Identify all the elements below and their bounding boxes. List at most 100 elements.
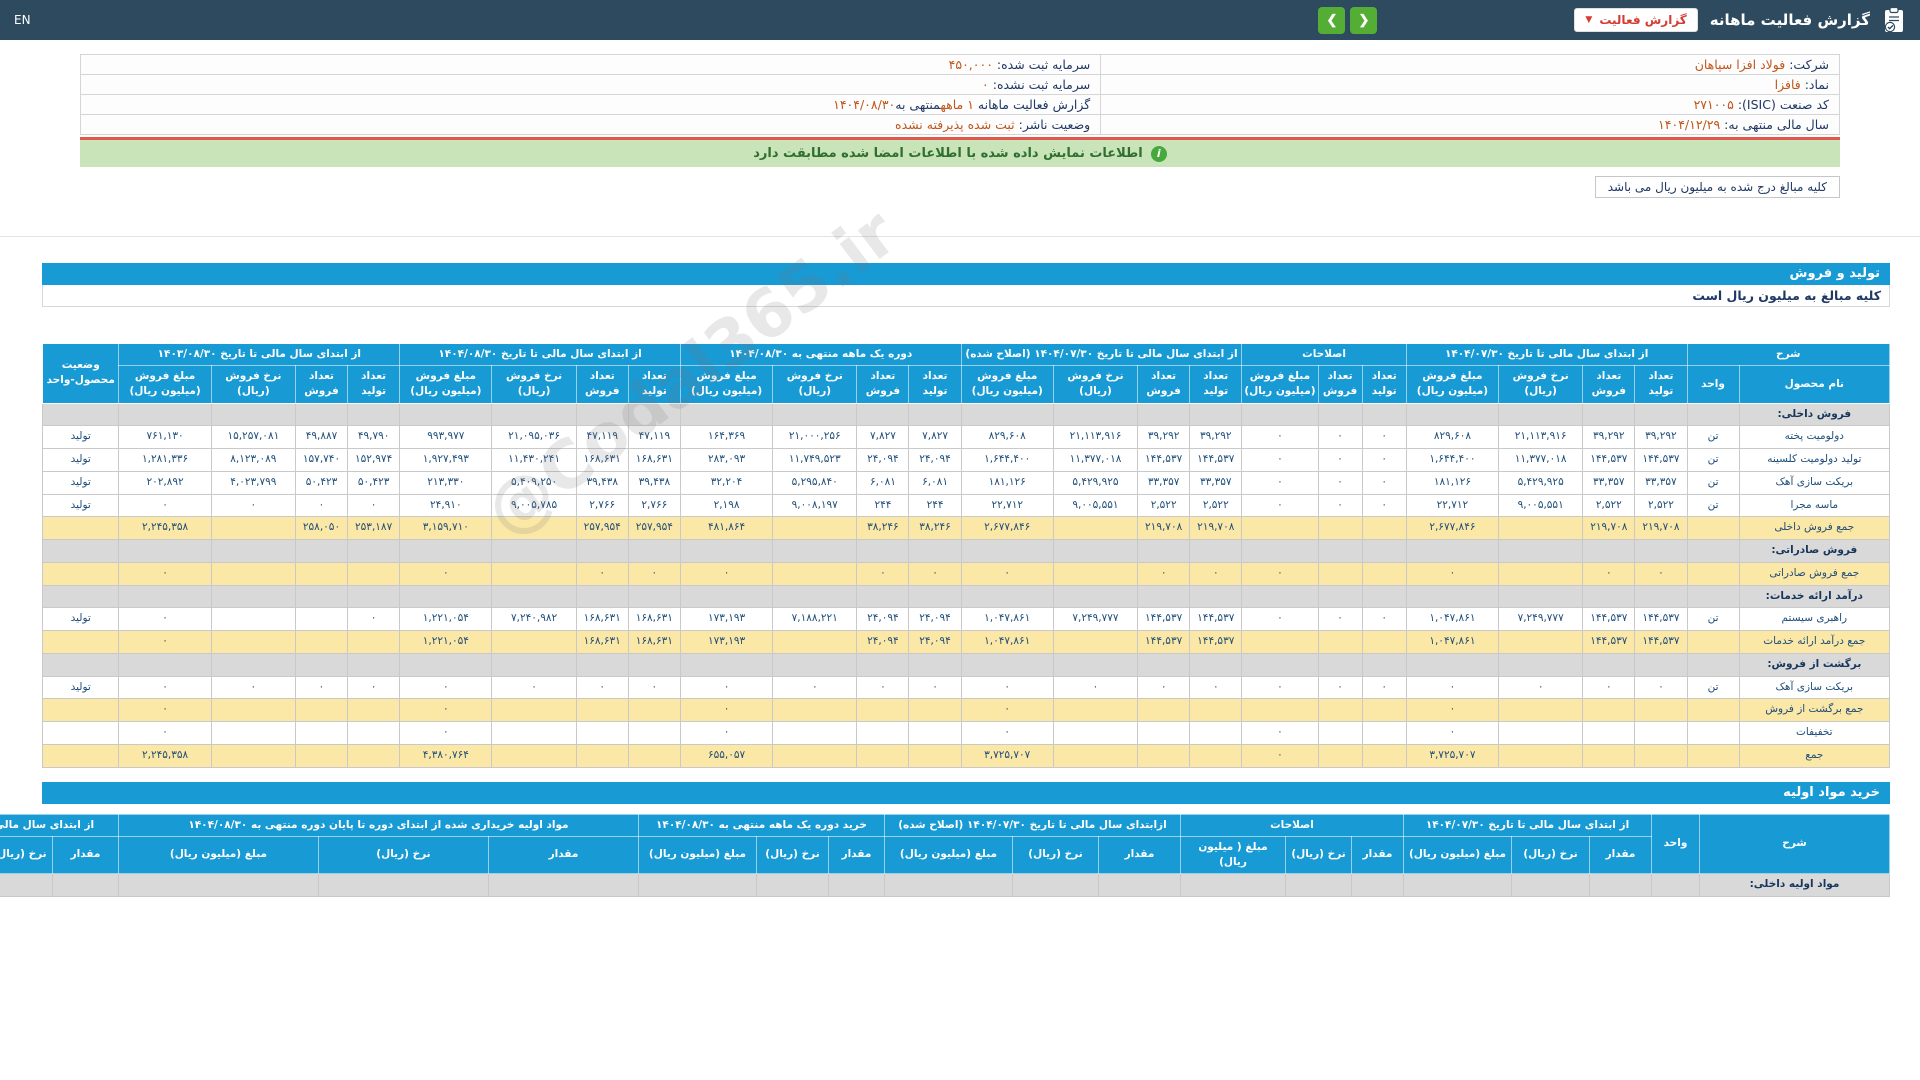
value-cell: ۰	[1498, 675, 1584, 700]
value-cell	[1498, 698, 1584, 723]
sub-col-header: مقدار	[1097, 835, 1181, 875]
value-cell: ۲۱۳,۳۳۰	[399, 470, 493, 495]
info-label: گزارش فعالیت ماهانه	[973, 97, 1091, 112]
value-cell	[772, 402, 858, 427]
value-cell	[575, 652, 629, 677]
value-cell: ۲۱۹,۷۰۸	[1137, 516, 1191, 541]
value-cell	[1634, 584, 1688, 609]
info-label: شرکت:	[1785, 57, 1829, 72]
value-cell: ۰	[1241, 470, 1319, 495]
value-cell: ۱۶۸,۶۳۱	[627, 607, 681, 632]
group-header: از ابتدای سال مالی تا تاریخ ۱۴۰۴/۰۷/۳۰	[1405, 342, 1688, 367]
group-header: از ابتدای سال مالی تا تاریخ ۱۴۰۴/۰۸/۳۰	[399, 342, 681, 367]
value-cell	[1189, 743, 1243, 768]
value-cell	[210, 743, 296, 768]
value-cell	[772, 743, 858, 768]
value-cell	[210, 402, 296, 427]
value-cell: ۰	[118, 561, 212, 586]
report-nav-buttons: ❮ ❯	[1318, 6, 1378, 34]
status-cell	[41, 652, 120, 677]
en-language-link[interactable]: EN	[14, 13, 31, 27]
value-cell: ۶,۰۸۱	[856, 470, 910, 495]
value-cell: ۹,۰۰۵,۵۵۱	[1052, 493, 1139, 518]
value-cell: ۱۶۸,۶۳۱	[627, 630, 681, 654]
next-report-button[interactable]: ❯	[1318, 6, 1346, 34]
value-cell	[1498, 630, 1584, 654]
value-cell: ۶,۰۸۱	[908, 470, 962, 495]
value-cell: ۰	[118, 493, 212, 518]
value-cell	[491, 721, 577, 745]
value-cell: ۰	[960, 721, 1054, 745]
previous-report-button[interactable]: ❮	[1350, 6, 1378, 34]
unit-cell	[1686, 743, 1740, 768]
value-cell: ۰	[210, 675, 296, 700]
value-cell	[772, 721, 858, 745]
unit-cell: تن	[1686, 607, 1740, 632]
value-cell: ۱۶۸,۶۳۱	[575, 630, 629, 654]
sub-col-header: نرخ فروش (ریال)	[772, 365, 858, 404]
raw-materials-table: شرح واحد از ابتدای سال مالی تا تاریخ ۱۴۰۴/…	[0, 813, 1890, 898]
value-cell: ۳۹,۲۹۲	[1137, 425, 1191, 450]
value-cell: ۳۸,۲۴۶	[856, 516, 910, 541]
value-cell	[1052, 652, 1139, 677]
value-cell	[772, 516, 858, 541]
value-cell: ۱۱,۴۳۰,۲۴۱	[491, 448, 577, 472]
sub-col-header: تعداد فروش	[1582, 365, 1636, 404]
value-cell: ۰	[679, 721, 774, 745]
value-cell: ۳۹,۲۹۲	[1582, 425, 1636, 450]
value-cell	[1582, 698, 1636, 723]
sub-col-header: نرخ فروش (ریال)	[491, 365, 577, 404]
info-cell-right: نماد: فافزا	[1100, 74, 1840, 95]
value-cell: ۰	[1361, 493, 1407, 518]
value-cell	[856, 539, 910, 563]
info-value: ۰	[982, 77, 989, 92]
t1-subheader-row: نام محصول واحد تعداد تولید تعداد فروش نرخ فر…	[43, 365, 1891, 404]
value-cell: ۰	[1405, 698, 1500, 723]
sub-col-header: مبلغ (میلیون ریال)	[637, 835, 757, 875]
value-cell: ۰	[1361, 607, 1407, 632]
value-cell: ۰	[1317, 493, 1363, 518]
value-cell	[1189, 652, 1243, 677]
value-cell: ۱۶۸,۶۳۱	[575, 607, 629, 632]
value-cell	[399, 584, 493, 609]
value-cell: ۲۵۷,۹۵۴	[575, 516, 629, 541]
value-cell: ۱,۲۲۱,۰۵۴	[399, 630, 493, 654]
unit-cell	[1686, 721, 1740, 745]
value-cell: ۰	[1241, 561, 1319, 586]
value-cell: ۱۴۴,۵۳۷	[1634, 448, 1688, 472]
unit-cell: تن	[1686, 470, 1740, 495]
value-cell: ۵,۴۲۹,۹۲۵	[1052, 470, 1139, 495]
value-cell	[883, 873, 1013, 898]
company-info-section: شرکت: فولاد افزا سپاهان سرمایه ثبت شده: ۴…	[79, 54, 1840, 198]
value-cell	[679, 584, 774, 609]
value-cell: ۱۴۴,۵۳۷	[1137, 448, 1191, 472]
value-cell	[856, 652, 910, 677]
value-cell	[347, 630, 401, 654]
data-row: راهبری سیستم تن ۱۴۴,۵۳۷ ۱۴۴,۵۳۷ ۷,۲۴۹,۷۷۷ ۱,۰…	[41, 607, 1891, 632]
section-raw-materials-header: خرید مواد اولیه	[42, 781, 1890, 804]
value-cell: ۲۱,۱۱۳,۹۱۶	[1052, 425, 1139, 450]
value-cell: ۴۷,۱۱۹	[575, 425, 629, 450]
value-cell	[399, 402, 493, 427]
t2-subheader-row: مقدار نرخ (ریال) مبلغ (میلیون ریال) مقدار نر…	[0, 835, 1890, 875]
sub-col-header: مقدار	[1351, 835, 1404, 875]
sub-col-header: تعداد فروش	[856, 365, 910, 404]
value-cell: ۰	[1582, 561, 1636, 586]
value-cell	[1361, 743, 1407, 768]
section-row: مواد اولیه داخلی:	[0, 873, 1890, 898]
value-cell: ۰	[1189, 561, 1243, 586]
value-cell: ۰	[347, 607, 401, 632]
report-type-select[interactable]: گزارش فعالیت ▼	[1574, 8, 1698, 32]
unit-cell: تن	[1686, 675, 1740, 700]
status-cell: تولید	[41, 675, 120, 700]
value-cell: ۱۶۴,۳۶۹	[679, 425, 774, 450]
value-cell: ۰	[1241, 607, 1319, 632]
value-cell	[118, 652, 212, 677]
value-cell	[491, 402, 577, 427]
value-cell: ۱۵,۲۵۷,۰۸۱	[210, 425, 296, 450]
value-cell: ۳۸,۲۴۶	[908, 516, 962, 541]
sub-col-header: مبلغ فروش (میلیون ریال)	[960, 365, 1054, 404]
value-cell	[1361, 539, 1407, 563]
million-note-box: کلیه مبالغ درج شده به میلیون ریال می باش…	[1594, 176, 1840, 198]
value-cell: ۰	[1241, 493, 1319, 518]
